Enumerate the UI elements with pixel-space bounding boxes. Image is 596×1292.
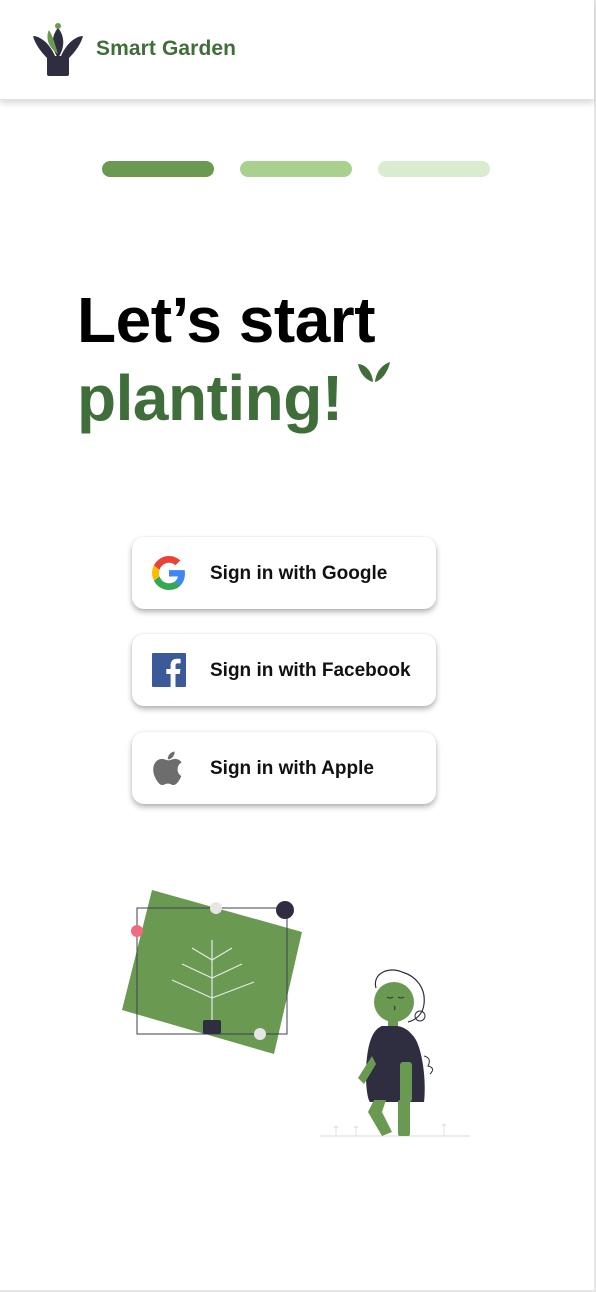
facebook-icon bbox=[152, 653, 186, 687]
headline-line-2: planting! bbox=[77, 362, 343, 434]
sign-in-facebook-label: Sign in with Facebook bbox=[210, 660, 411, 681]
sign-in-facebook-button[interactable]: Sign in with Facebook bbox=[132, 634, 436, 706]
potted-plant-icon bbox=[33, 23, 83, 76]
sprout-icon bbox=[358, 362, 390, 382]
progress-step-3 bbox=[378, 161, 490, 177]
sign-in-google-button[interactable]: Sign in with Google bbox=[132, 537, 436, 609]
sign-in-google-label: Sign in with Google bbox=[210, 563, 388, 584]
onboarding-progress bbox=[102, 161, 490, 177]
sign-in-apple-button[interactable]: Sign in with Apple bbox=[132, 732, 436, 804]
apple-icon bbox=[153, 751, 182, 785]
sign-in-apple-label: Sign in with Apple bbox=[210, 758, 374, 779]
progress-step-1 bbox=[102, 161, 214, 177]
progress-step-2 bbox=[240, 161, 352, 177]
person-with-plant-frame-illustration bbox=[122, 890, 470, 1137]
app-brand-name: Smart Garden bbox=[96, 37, 237, 60]
top-header: Smart Garden bbox=[0, 0, 594, 100]
headline-line-1: Let’s start bbox=[77, 284, 376, 356]
google-icon bbox=[152, 556, 185, 590]
